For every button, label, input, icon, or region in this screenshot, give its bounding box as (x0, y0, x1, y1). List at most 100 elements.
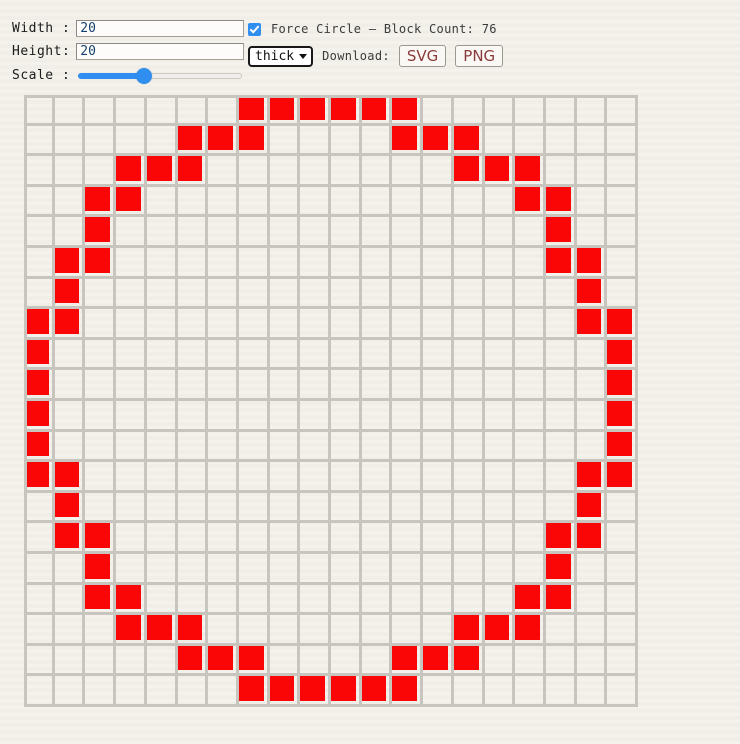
grid-cell-empty[interactable] (238, 462, 270, 493)
grid-cell-empty[interactable] (331, 156, 362, 187)
grid-cell-empty[interactable] (361, 615, 393, 646)
grid-cell-empty[interactable] (484, 95, 516, 126)
grid-cell-empty[interactable] (24, 554, 55, 585)
grid-cell-empty[interactable] (515, 554, 546, 585)
grid-cell-empty[interactable] (361, 186, 393, 218)
thickness-select[interactable]: thick (248, 45, 314, 67)
grid-cell-empty[interactable] (361, 278, 393, 310)
grid-cell-empty[interactable] (116, 370, 147, 401)
grid-cell-empty[interactable] (24, 645, 55, 677)
grid-cell-filled[interactable] (85, 554, 117, 585)
grid-cell-empty[interactable] (208, 309, 239, 340)
grid-cell-empty[interactable] (238, 156, 270, 187)
grid-cell-empty[interactable] (300, 339, 331, 371)
grid-cell-empty[interactable] (423, 186, 454, 218)
grid-cell-filled[interactable] (607, 370, 638, 401)
grid-cell-empty[interactable] (607, 186, 638, 218)
grid-cell-empty[interactable] (177, 248, 209, 279)
grid-cell-empty[interactable] (515, 462, 546, 493)
grid-cell-filled[interactable] (24, 401, 55, 432)
grid-cell-empty[interactable] (116, 217, 147, 248)
grid-cell-empty[interactable] (146, 370, 178, 401)
grid-cell-filled[interactable] (515, 186, 546, 218)
grid-cell-empty[interactable] (300, 523, 331, 554)
grid-cell-empty[interactable] (576, 125, 608, 157)
grid-cell-empty[interactable] (238, 615, 270, 646)
grid-cell-empty[interactable] (24, 186, 55, 218)
grid-cell-empty[interactable] (515, 309, 546, 340)
grid-cell-empty[interactable] (361, 339, 393, 371)
grid-cell-filled[interactable] (576, 278, 608, 310)
grid-cell-filled[interactable] (545, 186, 577, 218)
grid-cell-empty[interactable] (453, 278, 485, 310)
grid-cell-filled[interactable] (576, 523, 608, 554)
grid-cell-filled[interactable] (177, 645, 209, 677)
grid-cell-empty[interactable] (146, 186, 178, 218)
grid-cell-empty[interactable] (331, 615, 362, 646)
grid-cell-empty[interactable] (177, 492, 209, 524)
grid-cell-filled[interactable] (484, 156, 516, 187)
grid-cell-empty[interactable] (331, 339, 362, 371)
grid-cell-empty[interactable] (238, 278, 270, 310)
grid-cell-empty[interactable] (85, 492, 117, 524)
grid-cell-empty[interactable] (484, 492, 516, 524)
grid-cell-empty[interactable] (85, 278, 117, 310)
grid-cell-empty[interactable] (116, 554, 147, 585)
grid-cell-filled[interactable] (576, 309, 608, 340)
grid-cell-empty[interactable] (576, 584, 608, 616)
grid-cell-filled[interactable] (146, 615, 178, 646)
grid-cell-filled[interactable] (208, 645, 239, 677)
grid-cell-empty[interactable] (515, 95, 546, 126)
grid-cell-empty[interactable] (85, 615, 117, 646)
grid-cell-filled[interactable] (24, 339, 55, 371)
grid-cell-empty[interactable] (331, 462, 362, 493)
grid-cell-empty[interactable] (607, 125, 638, 157)
grid-cell-filled[interactable] (54, 523, 86, 554)
grid-cell-empty[interactable] (146, 554, 178, 585)
grid-cell-empty[interactable] (545, 431, 577, 463)
grid-cell-empty[interactable] (85, 156, 117, 187)
grid-cell-empty[interactable] (515, 645, 546, 677)
grid-cell-empty[interactable] (300, 217, 331, 248)
grid-cell-empty[interactable] (484, 401, 516, 432)
grid-cell-empty[interactable] (576, 217, 608, 248)
grid-cell-empty[interactable] (423, 248, 454, 279)
grid-cell-empty[interactable] (238, 370, 270, 401)
grid-cell-empty[interactable] (392, 523, 424, 554)
grid-cell-empty[interactable] (392, 278, 424, 310)
grid-cell-empty[interactable] (269, 554, 301, 585)
grid-cell-empty[interactable] (361, 248, 393, 279)
grid-cell-empty[interactable] (484, 278, 516, 310)
grid-cell-filled[interactable] (331, 676, 362, 707)
grid-cell-empty[interactable] (484, 339, 516, 371)
grid-cell-filled[interactable] (453, 125, 485, 157)
grid-cell-empty[interactable] (331, 645, 362, 677)
grid-cell-empty[interactable] (24, 584, 55, 616)
grid-cell-empty[interactable] (423, 401, 454, 432)
grid-cell-empty[interactable] (177, 278, 209, 310)
grid-cell-empty[interactable] (484, 554, 516, 585)
grid-cell-empty[interactable] (300, 615, 331, 646)
grid-cell-empty[interactable] (300, 370, 331, 401)
grid-cell-empty[interactable] (484, 431, 516, 463)
grid-cell-empty[interactable] (116, 462, 147, 493)
grid-cell-empty[interactable] (208, 584, 239, 616)
grid-cell-filled[interactable] (392, 676, 424, 707)
grid-cell-empty[interactable] (146, 462, 178, 493)
grid-cell-empty[interactable] (392, 431, 424, 463)
grid-cell-filled[interactable] (54, 248, 86, 279)
grid-cell-empty[interactable] (607, 584, 638, 616)
grid-cell-filled[interactable] (453, 645, 485, 677)
grid-cell-filled[interactable] (331, 95, 362, 126)
grid-cell-empty[interactable] (423, 554, 454, 585)
grid-cell-empty[interactable] (331, 523, 362, 554)
grid-cell-empty[interactable] (238, 401, 270, 432)
grid-cell-empty[interactable] (423, 370, 454, 401)
grid-cell-empty[interactable] (515, 401, 546, 432)
grid-cell-empty[interactable] (576, 676, 608, 707)
download-svg-button[interactable]: SVG (398, 45, 447, 67)
grid-cell-empty[interactable] (300, 401, 331, 432)
grid-cell-empty[interactable] (54, 615, 86, 646)
grid-cell-filled[interactable] (85, 523, 117, 554)
grid-cell-filled[interactable] (576, 492, 608, 524)
